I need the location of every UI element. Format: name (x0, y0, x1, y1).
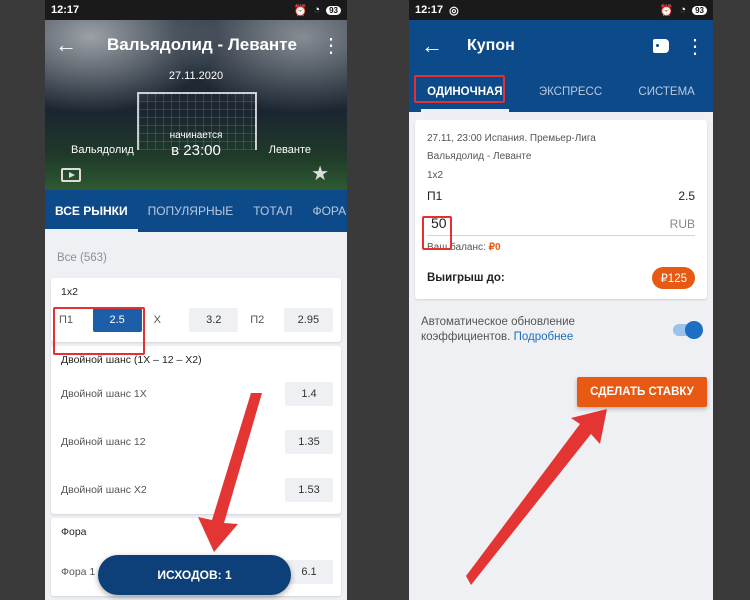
market-name: 1x2 (427, 170, 444, 181)
outcomes-button[interactable]: ИСХОДОВ: 1 (98, 555, 291, 595)
coupon-screen: 12:17 ◎ ⏰ ◔ 93 ← Купон ⋮ ОДИНОЧНАЯ ЭКСПР… (409, 0, 713, 600)
odds-button[interactable]: 6.1 (285, 560, 333, 584)
odds-button[interactable]: 1.53 (285, 478, 333, 502)
more-menu-icon[interactable]: ⋮ (685, 34, 705, 59)
back-arrow-icon[interactable]: ← (421, 33, 449, 59)
outcome-label: П2 (250, 314, 265, 326)
highlight-box (414, 75, 505, 103)
battery-icon: 93 (326, 5, 341, 15)
tab-all-markets[interactable]: ВСЕ РЫНКИ (45, 190, 138, 232)
favorite-star-icon[interactable]: ★ (311, 161, 329, 186)
market-title: 1x2 (61, 286, 78, 298)
outcome-label: Двойной шанс 1X (61, 388, 147, 400)
outcome-label: Двойной шанс 12 (61, 436, 146, 448)
auto-update-setting: Автоматическое обновление коэффициентов.… (409, 307, 713, 353)
page-title: Купон (467, 37, 515, 54)
selection-odds: 2.5 (678, 189, 695, 203)
battery-icon: 93 (692, 5, 707, 15)
video-icon[interactable] (61, 168, 81, 182)
tab-system[interactable]: СИСТЕМА (632, 72, 700, 112)
status-time: 12:17 (415, 4, 444, 16)
wifi-icon: ◔ (313, 4, 321, 16)
highlight-box (422, 216, 452, 250)
alarm-icon: ⏰ (293, 4, 308, 17)
match-screen: 12:17 ⏰ ◔ 93 ← Вальядолид - Леванте ⋮ 27… (45, 0, 347, 600)
win-value-badge: ₽125 (652, 267, 695, 289)
balance-value: ₽0 (488, 242, 501, 253)
odds-button-p2[interactable]: 2.95 (283, 308, 334, 332)
away-team: Леванте (268, 144, 311, 156)
event-name: Вальядолид - Леванте (427, 151, 532, 162)
alarm-icon: ⏰ (659, 4, 674, 17)
starts-label: начинается (169, 130, 223, 141)
list-item: Двойной шанс 1X 1.4 (51, 370, 341, 418)
list-item: Двойной шанс 12 1.35 (51, 418, 341, 466)
back-arrow-icon[interactable]: ← (55, 32, 83, 58)
market-tabs: ВСЕ РЫНКИ ПОПУЛЯРНЫЕ ТОТАЛ ФОРА (45, 190, 347, 232)
app-bar: ← Купон ⋮ (409, 20, 713, 72)
more-menu-icon[interactable]: ⋮ (321, 33, 341, 58)
auto-update-toggle[interactable] (673, 321, 703, 339)
odds-button[interactable]: 1.35 (285, 430, 333, 454)
tab-express[interactable]: ЭКСПРЕСС (533, 72, 608, 112)
odds-button[interactable]: 1.4 (285, 382, 333, 406)
match-title: Вальядолид - Леванте (107, 35, 297, 54)
tag-icon[interactable] (653, 39, 669, 53)
market-title: Фора (61, 526, 87, 538)
outcome-label: X (153, 314, 161, 326)
highlight-box (53, 307, 145, 355)
match-date: 27.11.2020 (168, 70, 224, 82)
odds-button-x[interactable]: 3.2 (189, 308, 239, 332)
match-header: ← Вальядолид - Леванте ⋮ 27.11.2020 Валь… (45, 20, 347, 190)
coupon-card: 27.11, 23:00 Испания. Премьер-Лига Валья… (415, 120, 707, 299)
tab-total[interactable]: ТОТАЛ (243, 190, 302, 232)
tab-handicap[interactable]: ФОРА (302, 190, 347, 232)
selection-label: П1 (427, 189, 443, 203)
stake-currency: RUB (669, 217, 695, 231)
balance: Ваш баланс: ₽0 (427, 242, 695, 253)
event-meta: 27.11, 23:00 Испания. Премьер-Лига (427, 133, 596, 144)
place-bet-button[interactable]: СДЕЛАТЬ СТАВКУ (577, 377, 707, 407)
stake-field[interactable]: 50 RUB (427, 215, 695, 236)
wifi-icon: ◔ (679, 4, 687, 16)
market-double-chance: Двойной шанс (1X – 12 – X2) Двойной шанс… (51, 346, 341, 514)
status-bar: 12:17 ◎ ⏰ ◔ 93 (409, 0, 713, 20)
list-item: Двойной шанс X2 1.53 (51, 466, 341, 514)
tab-popular[interactable]: ПОПУЛЯРНЫЕ (138, 190, 244, 232)
instagram-icon: ◎ (449, 4, 459, 17)
win-label: Выигрыш до: (427, 272, 505, 284)
status-bar: 12:17 ⏰ ◔ 93 (45, 0, 347, 20)
status-time: 12:17 (51, 4, 80, 16)
markets-count: Все (563) (45, 232, 347, 274)
more-info-link[interactable]: Подробнее (514, 331, 574, 343)
outcome-label: Двойной шанс X2 (61, 484, 147, 496)
